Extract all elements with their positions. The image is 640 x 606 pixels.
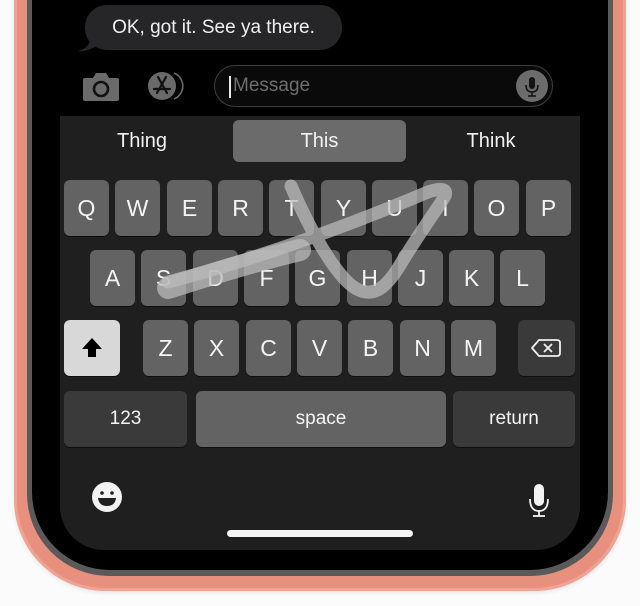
microphone-icon	[529, 484, 549, 517]
received-message-bubble: OK, got it. See ya there.	[85, 5, 342, 50]
camera-button[interactable]	[82, 72, 120, 101]
message-placeholder: Message	[233, 75, 311, 96]
key-z[interactable]: Z	[143, 320, 188, 376]
key-r[interactable]: R	[218, 180, 263, 236]
key-u[interactable]: U	[372, 180, 417, 236]
key-g[interactable]: G	[295, 250, 340, 306]
key-t[interactable]: T	[269, 180, 314, 236]
delete-key[interactable]	[518, 320, 575, 376]
text-caret	[229, 76, 231, 98]
space-key[interactable]: space	[196, 391, 446, 447]
microphone-icon	[525, 77, 539, 97]
shift-arrow-icon	[82, 338, 102, 357]
camera-icon	[83, 73, 119, 101]
return-key[interactable]: return	[453, 391, 575, 447]
shift-key[interactable]	[64, 320, 120, 376]
key-h[interactable]: H	[347, 250, 392, 306]
key-x[interactable]: X	[194, 320, 239, 376]
delete-backspace-icon	[531, 339, 561, 357]
key-e[interactable]: E	[167, 180, 212, 236]
numbers-key[interactable]: 123	[64, 391, 187, 447]
key-i[interactable]: I	[423, 180, 468, 236]
message-input[interactable]: Message	[214, 65, 553, 107]
key-k[interactable]: K	[449, 250, 494, 306]
home-indicator[interactable]	[227, 530, 413, 537]
key-w[interactable]: W	[115, 180, 160, 236]
emoji-button[interactable]	[90, 480, 124, 514]
key-p[interactable]: P	[526, 180, 571, 236]
keyboard-dictation-button[interactable]	[524, 482, 554, 520]
key-n[interactable]: N	[400, 320, 445, 376]
suggestion-thing[interactable]: Thing	[60, 120, 224, 162]
suggestion-think[interactable]: Think	[414, 120, 568, 162]
app-store-button[interactable]	[146, 70, 186, 102]
emoji-smiley-icon	[92, 482, 122, 512]
key-s[interactable]: S	[141, 250, 186, 306]
key-q[interactable]: Q	[64, 180, 109, 236]
key-l[interactable]: L	[500, 250, 545, 306]
key-y[interactable]: Y	[321, 180, 366, 236]
key-c[interactable]: C	[246, 320, 291, 376]
app-store-icon	[148, 72, 184, 100]
key-o[interactable]: O	[474, 180, 519, 236]
key-b[interactable]: B	[348, 320, 393, 376]
key-f[interactable]: F	[244, 250, 289, 306]
key-v[interactable]: V	[297, 320, 342, 376]
key-m[interactable]: M	[451, 320, 496, 376]
key-d[interactable]: D	[193, 250, 238, 306]
dictation-button[interactable]	[516, 70, 548, 102]
suggestion-this[interactable]: This	[233, 120, 406, 162]
key-a[interactable]: A	[90, 250, 135, 306]
key-j[interactable]: J	[398, 250, 443, 306]
